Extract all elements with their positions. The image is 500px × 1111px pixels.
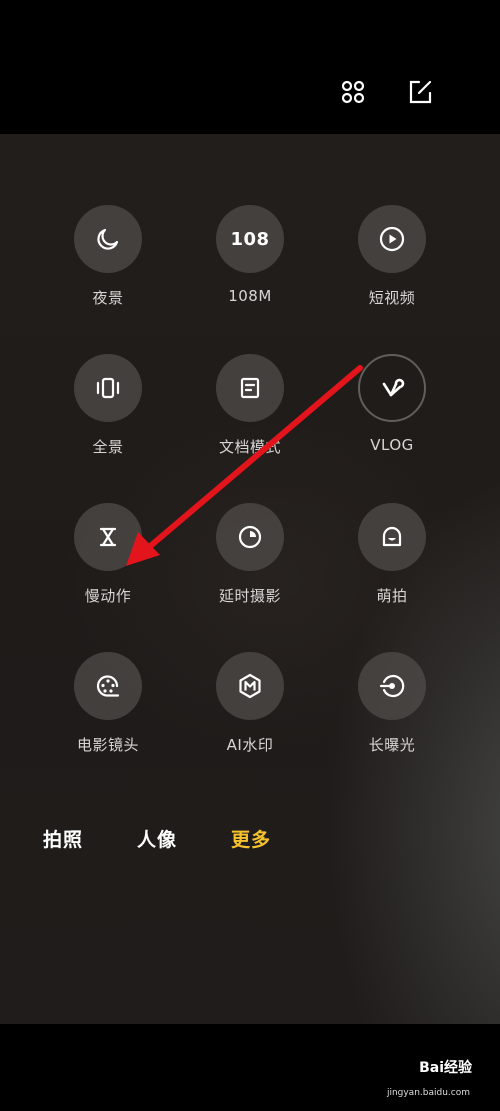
mode-label: 文档模式 [218,438,281,456]
m-hexagon-icon [216,652,284,720]
mode-label: 电影镜头 [76,736,139,754]
mode-ai-watermark[interactable]: AI水印 [180,652,320,755]
mode-vlog[interactable]: VLOG [322,354,462,454]
grid-four-dots-icon[interactable] [337,76,369,108]
mode-label: VLOG [370,436,414,454]
mode-108m[interactable]: 108 108M [180,205,320,305]
panorama-icon [74,354,142,422]
watermark-url: jingyan.baidu.com [386,1088,470,1098]
timer-pie-icon [216,503,284,571]
mode-label: 长曝光 [368,736,416,754]
mode-label: 108M [228,287,272,305]
exposure-target-icon [358,652,426,720]
document-icon [216,354,284,422]
tab-more[interactable]: 更多 [231,825,271,852]
108-text-icon: 108 [216,205,284,273]
vlog-v-icon [358,354,426,422]
mode-label: AI水印 [226,736,274,754]
watermark-brand: Bai经验 [419,1060,472,1076]
mode-label: 萌拍 [376,587,408,605]
tab-photo[interactable]: 拍照 [43,825,83,852]
mode-movie[interactable]: 电影镜头 [38,652,178,755]
moon-icon [74,205,142,273]
cute-face-icon [358,503,426,571]
mode-short-video[interactable]: 短视频 [322,205,462,308]
mode-label: 短视频 [368,289,416,307]
icon-text-108: 108 [230,228,270,250]
tab-portrait[interactable]: 人像 [137,825,177,852]
mode-label: 慢动作 [84,587,132,605]
mode-label: 延时摄影 [218,587,281,605]
hourglass-icon [74,503,142,571]
mode-timelapse[interactable]: 延时摄影 [180,503,320,606]
mode-slow-motion[interactable]: 慢动作 [38,503,178,606]
top-bar [0,0,500,134]
mode-document[interactable]: 文档模式 [180,354,320,457]
mode-cute-shot[interactable]: 萌拍 [322,503,462,606]
mode-long-exposure[interactable]: 长曝光 [322,652,462,755]
film-reel-icon [74,652,142,720]
mode-tabs: 拍照 人像 更多 [0,825,500,855]
play-circle-icon [358,205,426,273]
edit-square-icon[interactable] [404,76,436,108]
mode-night[interactable]: 夜景 [38,205,178,308]
mode-label: 夜景 [92,289,124,307]
mode-panorama[interactable]: 全景 [38,354,178,457]
mode-label: 全景 [92,438,124,456]
